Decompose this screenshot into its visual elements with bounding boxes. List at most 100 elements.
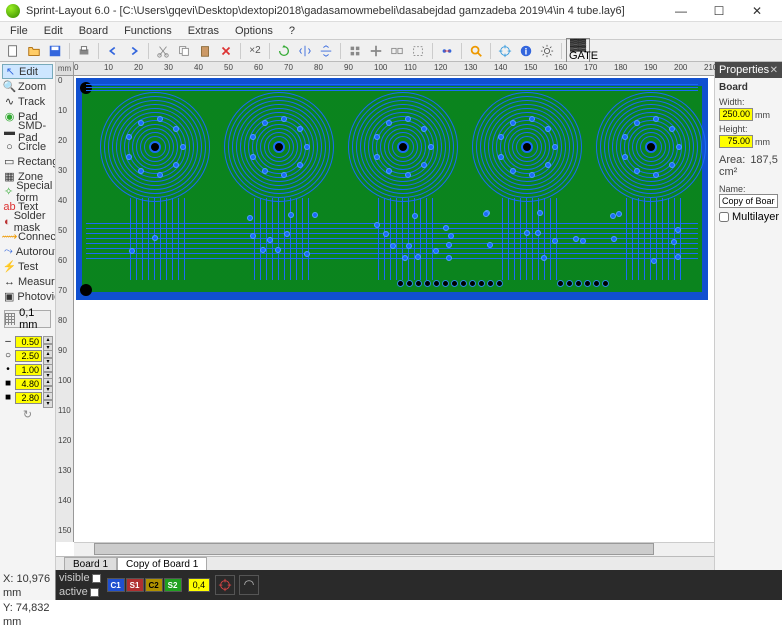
settings-button[interactable] — [537, 41, 557, 61]
tool-photoview[interactable]: ▣Photoview — [2, 289, 53, 304]
height-label: Height: — [719, 124, 778, 134]
circle-icon: ○ — [4, 141, 15, 152]
horizontal-scrollbar[interactable] — [74, 542, 714, 556]
test-icon: ⚡ — [4, 261, 15, 272]
layer-visibility-toggles: visible active — [56, 572, 104, 599]
new-button[interactable] — [3, 41, 23, 61]
app-icon — [6, 4, 20, 18]
menu-edit[interactable]: Edit — [36, 23, 71, 39]
cut-button[interactable] — [153, 41, 173, 61]
rotate-button[interactable] — [274, 41, 294, 61]
tool-solder-mask[interactable]: ◐Solder mask — [2, 214, 53, 229]
tool-circle[interactable]: ○Circle — [2, 139, 53, 154]
properties-panel: Properties ✕ Board Width: 250.00 mm Heig… — [714, 62, 782, 570]
tool-autoroute[interactable]: ⤳Autoroute — [2, 244, 53, 259]
drc-status-button[interactable] — [239, 575, 259, 595]
remove-conn-button[interactable] — [437, 41, 457, 61]
param-spinner-4[interactable]: ■2.80▴▾ — [2, 391, 53, 404]
print-button[interactable] — [74, 41, 94, 61]
gate-button[interactable]: ▓▓GATE — [566, 38, 590, 64]
height-input[interactable]: 75.00 — [719, 135, 753, 148]
zoom-tool-button[interactable] — [466, 41, 486, 61]
layer-c2[interactable]: C2 — [145, 578, 163, 592]
tool-edit[interactable]: ↖Edit — [2, 64, 53, 79]
duplicate-button[interactable]: ×2 — [245, 41, 265, 61]
align-button[interactable] — [345, 41, 365, 61]
status-bar: X: 10,976 mm Y: 74,832 mm visible active… — [0, 570, 782, 600]
reticle-status-button[interactable] — [215, 575, 235, 595]
active-checkbox[interactable] — [90, 588, 99, 597]
title-bar: Sprint-Layout 6.0 - [C:\Users\gqevi\Desk… — [0, 0, 782, 22]
width-input[interactable]: 250.00 — [719, 108, 753, 121]
close-panel-icon[interactable]: ✕ — [770, 65, 778, 76]
menu-functions[interactable]: Functions — [116, 23, 180, 39]
rect-icon: ▭ — [4, 156, 14, 167]
tool-rectangle[interactable]: ▭Rectangle▾ — [2, 154, 53, 169]
minimize-button[interactable]: — — [662, 0, 700, 22]
layer-c1[interactable]: C1 — [107, 578, 125, 592]
tool-connections[interactable]: ⟿Connections — [2, 229, 53, 244]
menu-file[interactable]: File — [2, 23, 36, 39]
param-spinner-1[interactable]: ○2.50▴▾ — [2, 349, 53, 362]
param-spinner-2[interactable]: •1.00▴▾ — [2, 363, 53, 376]
auto-icon: ⤳ — [4, 246, 13, 257]
width-unit: mm — [755, 110, 770, 120]
tool-track[interactable]: ∿Track — [2, 94, 53, 109]
snap-button[interactable] — [366, 41, 386, 61]
copy-button[interactable] — [174, 41, 194, 61]
delete-button[interactable] — [216, 41, 236, 61]
multilayer-checkbox[interactable]: Multilayer — [719, 211, 778, 223]
close-button[interactable]: ✕ — [738, 0, 776, 22]
tool-special-form[interactable]: ✧Special form — [2, 184, 53, 199]
board-tab[interactable]: Board 1 — [64, 557, 117, 571]
coordinates-readout: X: 10,976 mm Y: 74,832 mm — [0, 570, 56, 600]
pcb-canvas[interactable] — [74, 76, 714, 542]
visible-checkbox[interactable] — [92, 574, 101, 583]
param-spinner-3[interactable]: ■4.80▴▾ — [2, 377, 53, 390]
paste-button[interactable] — [195, 41, 215, 61]
tool-test[interactable]: ⚡Test — [2, 259, 53, 274]
menu-options[interactable]: Options — [227, 23, 281, 39]
mirror-v-button[interactable] — [316, 41, 336, 61]
scrollbar-thumb[interactable] — [94, 543, 654, 555]
menu-help[interactable]: ? — [281, 23, 303, 39]
mounting-hole — [80, 284, 92, 296]
save-button[interactable] — [45, 41, 65, 61]
track-width-status[interactable]: 0,4 — [188, 578, 211, 592]
tool-measure[interactable]: ↔Measure — [2, 274, 53, 289]
svg-text:i: i — [525, 46, 528, 57]
width-label: Width: — [719, 97, 778, 107]
info-button[interactable]: i — [516, 41, 536, 61]
height-unit: mm — [755, 137, 770, 147]
rotate-snap-icon[interactable]: ↻ — [23, 408, 32, 421]
grid-size-button[interactable]: 0,1 mm — [4, 310, 51, 328]
board-section-title: Board — [719, 82, 778, 93]
reticle-button[interactable] — [495, 41, 515, 61]
mirror-h-button[interactable] — [295, 41, 315, 61]
vertical-ruler[interactable]: 0102030405060708090100110120130140150160 — [56, 76, 74, 542]
properties-header: Properties ✕ — [715, 62, 782, 78]
ungroup-button[interactable] — [408, 41, 428, 61]
menu-board[interactable]: Board — [71, 23, 116, 39]
group-button[interactable] — [387, 41, 407, 61]
tool-zoom[interactable]: 🔍Zoom — [2, 79, 53, 94]
board-tab[interactable]: Copy of Board 1 — [117, 557, 207, 571]
param-spinner-0[interactable]: –0.50▴▾ — [2, 335, 53, 348]
area-label: Area: — [719, 154, 745, 166]
maximize-button[interactable]: ☐ — [700, 0, 738, 22]
zoom-icon: 🔍 — [4, 81, 15, 92]
main-toolbar: ×2 i ▓▓GATE — [0, 40, 782, 62]
tool-smd-pad[interactable]: ▬SMD-Pad — [2, 124, 53, 139]
layer-s1[interactable]: S1 — [126, 578, 144, 592]
tool-panel: ↖Edit🔍Zoom∿Track◉Pad▬SMD-Pad○Circle▭Rect… — [0, 62, 56, 570]
special-icon: ✧ — [4, 186, 13, 197]
layer-s2[interactable]: S2 — [164, 578, 182, 592]
board-name-input[interactable] — [719, 194, 778, 208]
open-button[interactable] — [24, 41, 44, 61]
redo-button[interactable] — [124, 41, 144, 61]
undo-button[interactable] — [103, 41, 123, 61]
window-title: Sprint-Layout 6.0 - [C:\Users\gqevi\Desk… — [26, 5, 662, 17]
ruler-unit: mm — [56, 62, 74, 76]
horizontal-ruler[interactable]: 0102030405060708090100110120130140150160… — [74, 62, 714, 76]
menu-extras[interactable]: Extras — [180, 23, 227, 39]
